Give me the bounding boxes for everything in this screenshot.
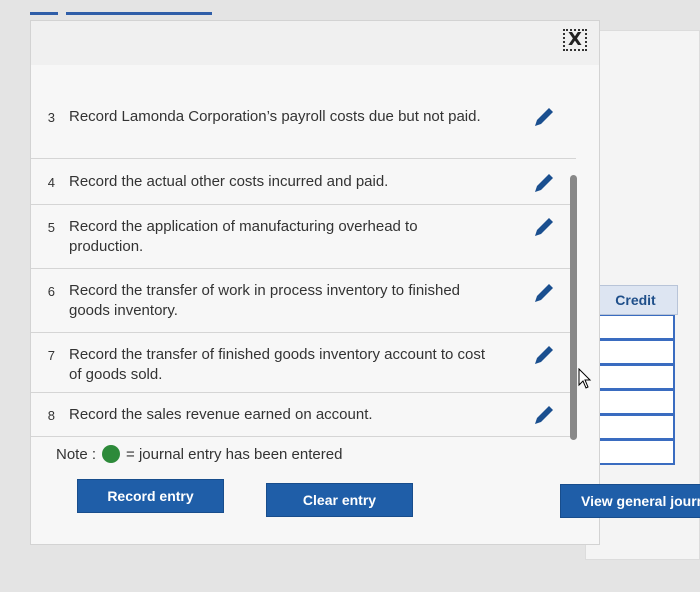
- close-icon[interactable]: X: [563, 29, 587, 51]
- pencil-icon[interactable]: [532, 215, 556, 239]
- legend-note: Note : = journal entry has been entered: [56, 445, 342, 463]
- task-text: Record the application of manufacturing …: [69, 218, 418, 255]
- task-row[interactable]: 5 Record the application of manufacturin…: [31, 205, 576, 269]
- mouse-cursor-icon: [578, 368, 592, 389]
- pencil-icon[interactable]: [532, 343, 556, 367]
- green-dot-icon: [102, 445, 121, 463]
- view-general-journal-button[interactable]: View general journa: [560, 484, 700, 518]
- tab-indicator-left[interactable]: [30, 12, 58, 15]
- clear-entry-button[interactable]: Clear entry: [266, 483, 413, 517]
- task-number: 3: [47, 110, 55, 125]
- task-text: Record the transfer of work in process i…: [69, 282, 461, 319]
- task-number: 5: [47, 220, 55, 235]
- credit-column-header: Credit: [593, 285, 678, 315]
- task-row[interactable]: 7 Record the transfer of finished goods …: [31, 333, 576, 393]
- journal-task-dialog: X 3 Record Lamonda Corporation’s payroll…: [30, 20, 600, 545]
- record-entry-button[interactable]: Record entry: [77, 479, 224, 513]
- task-text: Record Lamonda Corporation’s payroll cos…: [69, 108, 481, 125]
- note-prefix: Note :: [56, 445, 97, 463]
- task-text: Record the sales revenue earned on accou…: [69, 406, 373, 423]
- task-text: Record the actual other costs incurred a…: [69, 173, 389, 190]
- dialog-header: X: [31, 21, 599, 65]
- note-suffix: = journal entry has been entered: [126, 445, 343, 463]
- scrollbar[interactable]: [570, 175, 577, 440]
- pencil-icon[interactable]: [532, 171, 556, 195]
- task-number: 4: [47, 175, 55, 190]
- pencil-icon[interactable]: [532, 105, 556, 129]
- task-number: 7: [47, 348, 55, 363]
- pencil-icon[interactable]: [532, 281, 556, 305]
- task-number: 8: [47, 408, 55, 423]
- pencil-icon[interactable]: [532, 403, 556, 427]
- task-row[interactable]: 4 Record the actual other costs incurred…: [31, 159, 576, 205]
- task-list: 3 Record Lamonda Corporation’s payroll c…: [31, 95, 576, 437]
- tab-indicator-active[interactable]: [66, 12, 212, 15]
- task-row[interactable]: 6 Record the transfer of work in process…: [31, 269, 576, 333]
- task-text: Record the transfer of finished goods in…: [69, 346, 486, 383]
- task-row[interactable]: 8 Record the sales revenue earned on acc…: [31, 393, 576, 437]
- task-number: 6: [47, 284, 55, 299]
- task-row[interactable]: 3 Record Lamonda Corporation’s payroll c…: [31, 95, 576, 159]
